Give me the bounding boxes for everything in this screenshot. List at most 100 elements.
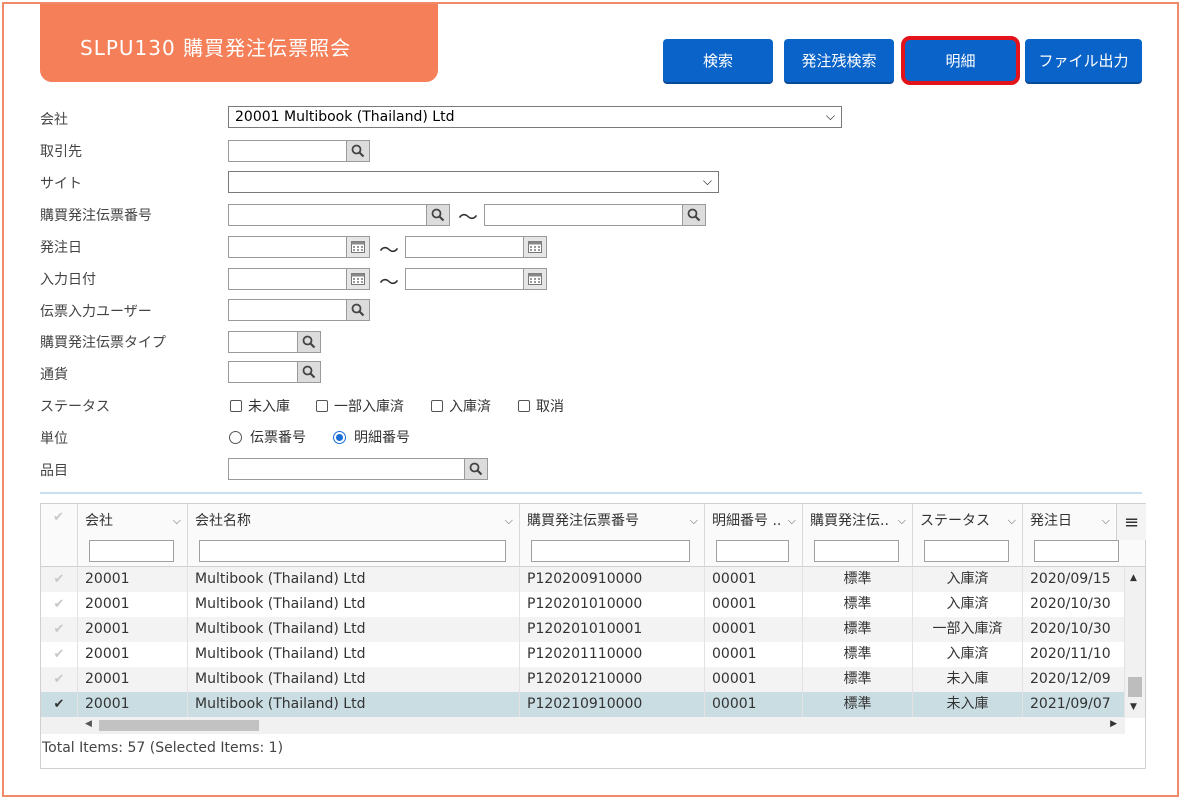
table-row[interactable]: ✔ 20001 Multibook (Thailand) Ltd P120201210… [41, 667, 1125, 692]
search-button[interactable]: 検索 [663, 39, 773, 82]
column-header-company-name[interactable]: 会社名称 ⌵ [188, 504, 520, 567]
chevron-down-icon[interactable]: ⌵ [1102, 514, 1110, 528]
file-output-button[interactable]: ファイル出力 [1025, 39, 1142, 82]
chevron-down-icon[interactable]: ⌵ [1008, 514, 1016, 528]
radio-selected-icon [333, 430, 346, 444]
entry-date-from-input[interactable] [228, 268, 347, 290]
currency-input[interactable] [228, 361, 298, 383]
column-title: ステータス [920, 513, 990, 529]
unit-radio-line-number[interactable]: 明細番号 [333, 427, 410, 447]
filter-input-company[interactable] [89, 540, 174, 562]
item-search-icon[interactable] [464, 458, 488, 480]
item-input[interactable] [228, 458, 465, 480]
currency-search-icon[interactable] [297, 361, 321, 383]
filter-input-po-number[interactable] [531, 540, 690, 562]
po-number-from-search-icon[interactable] [426, 204, 450, 226]
table-row[interactable]: ✔ 20001 Multibook (Thailand) Ltd P120201010… [41, 592, 1125, 617]
row-checkmark-icon[interactable]: ✔ [41, 642, 78, 667]
status-checkbox-cancelled[interactable]: 取消 [518, 396, 564, 416]
page-title: SLPU130 購買発注伝票照会 [40, 4, 438, 82]
status-checkbox-not-received[interactable]: 未入庫 [230, 396, 290, 416]
cell-po-number: P120201010000 [520, 592, 705, 617]
cell-order-date: 2020/10/30 [1023, 617, 1125, 642]
scroll-right-icon[interactable]: ▶ [1110, 719, 1117, 729]
supplier-search-icon[interactable] [346, 140, 370, 162]
table-row[interactable]: ✔ 20001 Multibook (Thailand) Ltd P120200910… [41, 567, 1125, 592]
cell-line-number: 00001 [705, 642, 803, 667]
cell-order-date: 2020/10/30 [1023, 592, 1125, 617]
chevron-down-icon[interactable]: ⌵ [898, 514, 906, 528]
cell-line-number: 00001 [705, 692, 803, 717]
column-header-po-number[interactable]: 購買発注伝票番号 ⌵ [520, 504, 705, 567]
company-select[interactable]: 20001 Multibook (Thailand) Ltd ⌵ [228, 106, 842, 128]
grid-footer-count: Total Items: 57 (Selected Items: 1) [42, 740, 284, 756]
cell-status: 入庫済 [913, 592, 1023, 617]
column-header-status[interactable]: ステータス ⌵ [913, 504, 1023, 567]
cell-company: 20001 [78, 692, 188, 717]
chevron-down-icon[interactable]: ⌵ [173, 514, 181, 528]
filter-input-line-number[interactable] [716, 540, 789, 562]
chevron-down-icon[interactable]: ⌵ [505, 514, 513, 528]
table-row[interactable]: ✔ 20001 Multibook (Thailand) Ltd P120201110… [41, 642, 1125, 667]
cell-order-date: 2020/11/10 [1023, 642, 1125, 667]
status-checkbox-received[interactable]: 入庫済 [431, 396, 491, 416]
filter-input-status[interactable] [924, 540, 1009, 562]
remaining-order-search-button[interactable]: 発注残検索 [784, 39, 894, 82]
row-checkmark-icon[interactable]: ✔ [41, 692, 78, 717]
horizontal-scrollbar[interactable]: ◀ ▶ [41, 717, 1125, 734]
column-header-po-type[interactable]: 購買発注伝.. ⌵ [803, 504, 913, 567]
row-checkmark-icon[interactable]: ✔ [41, 592, 78, 617]
select-all-column[interactable]: ✔ [41, 504, 78, 567]
cell-status: 未入庫 [913, 667, 1023, 692]
calendar-icon[interactable] [523, 268, 547, 290]
po-number-to-input[interactable] [484, 204, 683, 226]
column-header-line-number[interactable]: 明細番号 .. ⌵ [705, 504, 803, 567]
po-number-from-input[interactable] [228, 204, 427, 226]
filter-input-company-name[interactable] [199, 540, 506, 562]
row-checkmark-icon[interactable]: ✔ [41, 617, 78, 642]
po-type-label: 購買発注伝票タイプ [40, 335, 166, 351]
calendar-icon[interactable] [523, 236, 547, 258]
site-select[interactable]: ⌵ [228, 171, 719, 193]
cell-po-number: P120210910000 [520, 692, 705, 717]
calendar-icon[interactable] [346, 268, 370, 290]
order-date-to-input[interactable] [405, 236, 524, 258]
table-row[interactable]: ✔ 20001 Multibook (Thailand) Ltd P120201010… [41, 617, 1125, 642]
checkbox-icon [431, 400, 443, 412]
column-title: 発注日 [1030, 513, 1072, 529]
cell-company: 20001 [78, 667, 188, 692]
detail-button[interactable]: 明細 [901, 36, 1020, 85]
status-checkbox-partially-received[interactable]: 一部入庫済 [316, 396, 404, 416]
row-checkmark-icon[interactable]: ✔ [41, 567, 78, 592]
site-label: サイト [40, 176, 82, 192]
vertical-scrollbar[interactable]: ▲ ▼ [1125, 567, 1145, 718]
entry-user-search-icon[interactable] [346, 299, 370, 321]
cell-status: 一部入庫済 [913, 617, 1023, 642]
column-header-company[interactable]: 会社 ⌵ [78, 504, 188, 567]
scroll-thumb[interactable] [1128, 677, 1142, 697]
column-header-order-date[interactable]: 発注日 ⌵ [1023, 504, 1119, 567]
scroll-left-icon[interactable]: ◀ [85, 719, 92, 729]
po-type-search-icon[interactable] [297, 331, 321, 353]
column-menu-icon[interactable]: ≡ [1116, 504, 1146, 540]
row-checkmark-icon[interactable]: ✔ [41, 667, 78, 692]
radio-icon [229, 430, 242, 444]
unit-option-label: 伝票番号 [250, 430, 306, 446]
scroll-up-icon[interactable]: ▲ [1130, 573, 1137, 583]
table-row[interactable]: ✔ 20001 Multibook (Thailand) Ltd P120210910… [41, 692, 1125, 717]
scroll-down-icon[interactable]: ▼ [1130, 702, 1137, 712]
chevron-down-icon[interactable]: ⌵ [788, 514, 796, 528]
po-type-input[interactable] [228, 331, 298, 353]
entry-user-input[interactable] [228, 299, 347, 321]
cell-company-name: Multibook (Thailand) Ltd [188, 617, 520, 642]
chevron-down-icon[interactable]: ⌵ [690, 514, 698, 528]
order-date-from-input[interactable] [228, 236, 347, 258]
unit-radio-slip-number[interactable]: 伝票番号 [229, 427, 306, 447]
scroll-thumb[interactable] [99, 720, 259, 731]
po-number-to-search-icon[interactable] [682, 204, 706, 226]
filter-input-order-date[interactable] [1034, 540, 1119, 562]
calendar-icon[interactable] [346, 236, 370, 258]
filter-input-po-type[interactable] [814, 540, 899, 562]
supplier-input[interactable] [228, 140, 347, 162]
entry-date-to-input[interactable] [405, 268, 524, 290]
